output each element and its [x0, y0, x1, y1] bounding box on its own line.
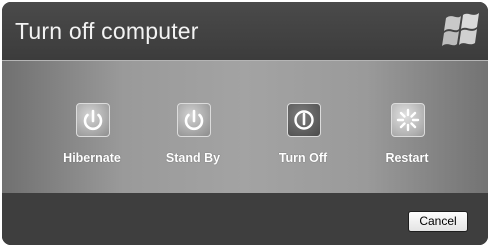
- dialog-title: Turn off computer: [15, 18, 199, 44]
- power-icon: [83, 109, 103, 131]
- stand-by-option[interactable]: Stand By: [148, 103, 238, 173]
- stand-by-label: Stand By: [165, 151, 221, 165]
- hibernate-option[interactable]: Hibernate: [47, 103, 137, 173]
- windows-flag-icon: [442, 13, 479, 46]
- turn-off-option[interactable]: Turn Off: [258, 103, 348, 173]
- restart-label: Restart: [385, 151, 429, 165]
- power-icon: [184, 109, 204, 131]
- restart-option[interactable]: Restart: [362, 103, 452, 173]
- power-icon: [294, 110, 314, 130]
- turn-off-button[interactable]: [287, 103, 321, 137]
- restart-icon: [396, 108, 420, 132]
- restart-button[interactable]: [391, 103, 425, 137]
- stand-by-button[interactable]: [177, 103, 211, 137]
- hibernate-label: Hibernate: [63, 151, 121, 165]
- cancel-button[interactable]: Cancel: [408, 211, 468, 232]
- turn-off-label: Turn Off: [278, 151, 328, 165]
- title-bar: Turn off computer: [2, 2, 488, 60]
- hibernate-button[interactable]: [76, 103, 110, 137]
